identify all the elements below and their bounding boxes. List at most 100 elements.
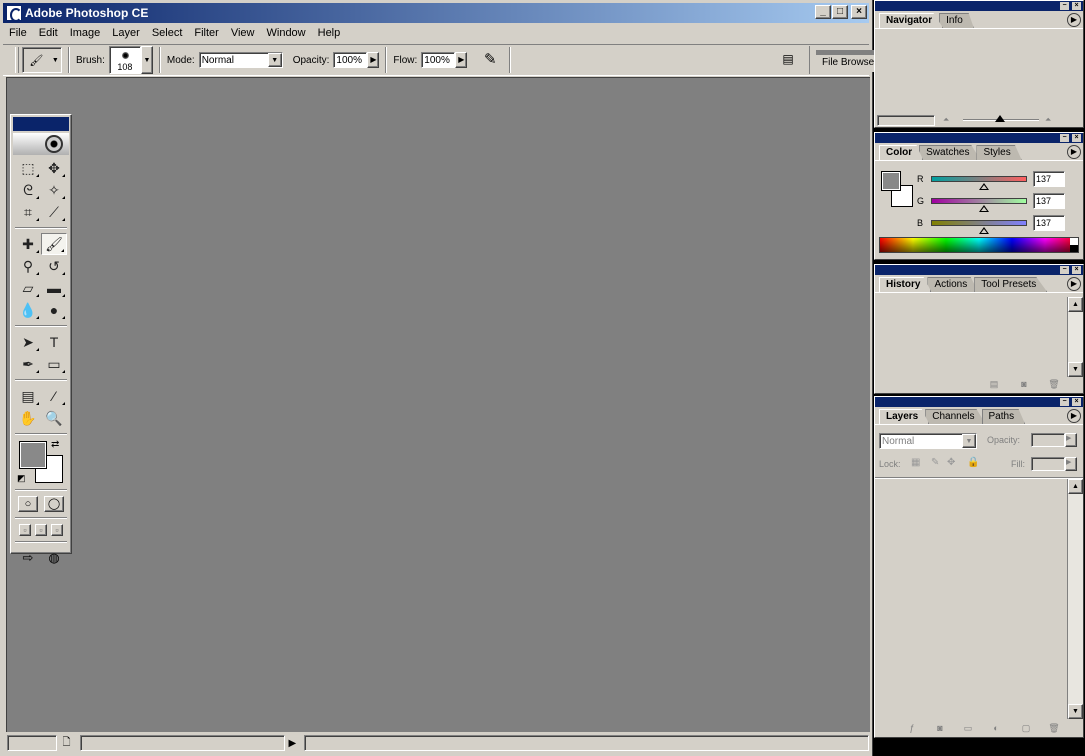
channel-value-field[interactable]: 137 <box>1033 171 1065 187</box>
palette-menu-icon[interactable]: ▶ <box>1067 145 1081 159</box>
crop-tool-icon[interactable]: ⌗ <box>15 201 41 223</box>
menu-help[interactable]: Help <box>312 24 347 42</box>
scroll-down-icon[interactable]: ▼ <box>1068 704 1083 719</box>
flow-field[interactable]: 100% <box>421 52 456 68</box>
full-screen-menu-mode-button[interactable]: ▫ <box>35 524 47 536</box>
slider-thumb[interactable] <box>978 205 989 212</box>
tab-layers[interactable]: Layers <box>879 409 930 424</box>
foreground-color-swatch[interactable] <box>19 441 47 469</box>
menu-window[interactable]: Window <box>261 24 312 42</box>
tab-actions[interactable]: Actions <box>927 277 979 292</box>
photoshop-app-icon[interactable] <box>6 5 22 22</box>
tab-history[interactable]: History <box>879 277 932 292</box>
tool-preset-picker[interactable]: 🖌 ▼ <box>22 47 62 73</box>
tab-paths[interactable]: Paths <box>981 409 1026 424</box>
palette-title-bar[interactable]: − × <box>875 397 1083 407</box>
lock-position-icon[interactable]: ✥ <box>947 457 955 468</box>
tab-swatches[interactable]: Swatches <box>919 145 981 160</box>
tab-color[interactable]: Color <box>879 145 924 160</box>
minimize-icon[interactable]: − <box>1060 266 1069 274</box>
shape-tool-icon[interactable]: ▭ <box>41 353 67 375</box>
tab-styles[interactable]: Styles <box>976 145 1022 160</box>
close-icon[interactable]: × <box>1072 134 1081 142</box>
minimize-icon[interactable]: − <box>1060 134 1069 142</box>
menu-select[interactable]: Select <box>146 24 189 42</box>
title-bar[interactable]: Adobe Photoshop CE _ □ × <box>3 3 869 23</box>
mode-select[interactable]: Normal ▼ <box>198 52 283 68</box>
tab-tool-presets[interactable]: Tool Presets <box>974 277 1048 292</box>
scroll-up-icon[interactable]: ▲ <box>1068 479 1083 494</box>
notes-tool-icon[interactable]: ▤ <box>15 385 41 407</box>
palette-title-bar[interactable]: − × <box>875 265 1083 275</box>
new-document-from-state-icon[interactable]: ▤ <box>987 379 1001 391</box>
standard-screen-mode-button[interactable]: ▫ <box>19 524 31 536</box>
imageready-icon[interactable]: ◍ <box>43 548 65 568</box>
scroll-up-icon[interactable]: ▲ <box>1068 297 1083 312</box>
lasso-tool-icon[interactable]: ᘓ <box>15 179 41 201</box>
airbrush-icon[interactable]: ✎ <box>477 50 503 70</box>
palette-well-icon[interactable]: ▤ <box>779 51 797 69</box>
file-browser-tab[interactable]: File Browser <box>816 50 876 72</box>
eraser-tool-icon[interactable]: ▱ <box>15 277 41 299</box>
status-menu-arrow-icon[interactable]: ▶ <box>289 738 303 749</box>
gradient-tool-icon[interactable]: ▬ <box>41 277 67 299</box>
swap-colors-icon[interactable]: ⇄ <box>51 439 59 450</box>
menu-view[interactable]: View <box>225 24 261 42</box>
adjustment-layer-icon[interactable]: ◐ <box>989 723 1003 735</box>
channel-slider[interactable] <box>931 220 1027 234</box>
trash-icon[interactable]: 🗑 <box>1047 723 1061 735</box>
opacity-field[interactable]: 100% <box>333 52 368 68</box>
minimize-icon[interactable]: − <box>1060 2 1069 10</box>
slider-thumb[interactable] <box>978 227 989 234</box>
eyedropper-tool-icon[interactable]: ⁄ <box>41 385 67 407</box>
menu-edit[interactable]: Edit <box>33 24 64 42</box>
adobe-online-button[interactable] <box>13 133 69 155</box>
close-icon[interactable]: × <box>1072 266 1081 274</box>
dodge-tool-icon[interactable]: ● <box>41 299 67 321</box>
marquee-tool-icon[interactable]: ⬚ <box>15 157 41 179</box>
trash-icon[interactable]: 🗑 <box>1047 379 1061 391</box>
new-layer-set-icon[interactable]: ▭ <box>961 723 975 735</box>
document-info-icon[interactable]: 🗋 <box>63 735 77 752</box>
zoom-out-icon[interactable]: ⏶ <box>943 115 957 126</box>
menu-file[interactable]: File <box>3 24 33 42</box>
palette-title-bar[interactable]: − × <box>875 1 1083 11</box>
clone-stamp-tool-icon[interactable]: ⚲ <box>15 255 41 277</box>
layer-opacity-arrow[interactable]: ▶ <box>1065 433 1077 447</box>
layer-mask-icon[interactable]: ◙ <box>933 723 947 735</box>
close-icon[interactable]: × <box>1072 398 1081 406</box>
channel-slider[interactable] <box>931 176 1027 190</box>
slice-tool-icon[interactable]: ⟋ <box>41 201 67 223</box>
flow-slider-arrow[interactable]: ▶ <box>455 52 468 68</box>
history-brush-tool-icon[interactable]: ↺ <box>41 255 67 277</box>
tab-channels[interactable]: Channels <box>925 409 986 424</box>
type-tool-icon[interactable]: T <box>41 331 67 353</box>
menu-layer[interactable]: Layer <box>106 24 146 42</box>
channel-value-field[interactable]: 137 <box>1033 193 1065 209</box>
magic-wand-tool-icon[interactable]: ✧ <box>41 179 67 201</box>
navigator-zoom-field[interactable] <box>877 115 935 126</box>
opacity-slider-arrow[interactable]: ▶ <box>367 52 380 68</box>
foreground-color-swatch[interactable] <box>881 171 901 191</box>
tab-navigator[interactable]: Navigator <box>879 13 944 28</box>
new-layer-icon[interactable]: ▢ <box>1019 723 1033 735</box>
maximize-button[interactable]: □ <box>832 5 848 19</box>
jump-to-imageready-icon[interactable]: ⇨ <box>17 548 39 568</box>
zoom-in-icon[interactable]: ⏶ <box>1045 115 1063 126</box>
channel-slider[interactable] <box>931 198 1027 212</box>
layer-opacity-field[interactable] <box>1031 433 1065 447</box>
pen-tool-icon[interactable]: ✒ <box>15 353 41 375</box>
layers-scrollbar[interactable]: ▲ ▼ <box>1067 479 1083 719</box>
standard-mode-button[interactable]: ○ <box>18 496 38 512</box>
scroll-down-icon[interactable]: ▼ <box>1068 362 1083 377</box>
full-screen-mode-button[interactable]: ▫ <box>51 524 63 536</box>
black-white-swatch[interactable] <box>1070 238 1078 252</box>
lock-all-icon[interactable]: 🔒 <box>967 457 979 468</box>
options-bar-grip[interactable] <box>15 47 19 73</box>
menu-filter[interactable]: Filter <box>188 24 224 42</box>
fill-arrow[interactable]: ▶ <box>1065 457 1077 471</box>
minimize-button[interactable]: _ <box>815 5 831 19</box>
tab-info[interactable]: Info <box>939 13 974 28</box>
slider-thumb[interactable] <box>978 183 989 190</box>
default-colors-icon[interactable]: ◩ <box>17 473 26 484</box>
